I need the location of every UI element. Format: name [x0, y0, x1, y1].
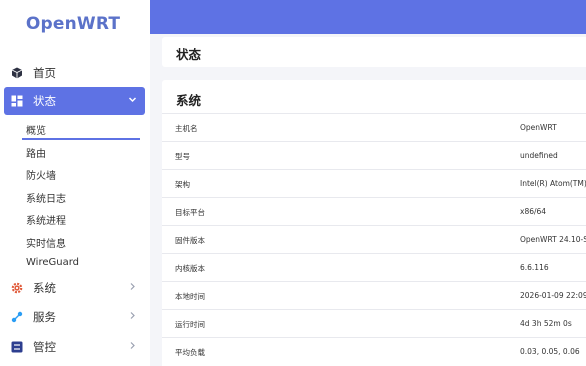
sidebar-subitem-processes[interactable]: 系统进程 [26, 212, 66, 227]
row-value: 6.6.116 [520, 263, 549, 272]
top-bar [150, 0, 586, 34]
row-value: OpenWRT 24.10-SN [520, 235, 586, 244]
row-value: 4d 3h 52m 0s [520, 319, 572, 328]
sidebar-subitem-routes[interactable]: 路由 [26, 145, 46, 160]
system-info-card: 系统 主机名 OpenWRT 型号 undefined 架构 Intel(R) … [162, 80, 586, 366]
row-key: 平均负载 [175, 348, 205, 357]
sliders-icon [9, 339, 25, 355]
chevron-down-icon [128, 95, 137, 107]
sidebar-item-label: 系统 [33, 281, 56, 295]
section-title: 系统 [176, 93, 202, 108]
active-subitem-underline [22, 138, 140, 140]
sidebar: OpenWRT 首页 状态 概览 路由 防火墙 系统日志 系统进程 实时信息 W… [0, 0, 150, 366]
network-icon [9, 309, 25, 325]
row-key: 运行时间 [175, 320, 205, 329]
sidebar-item-home[interactable]: 首页 [4, 59, 145, 87]
sidebar-item-services[interactable]: 服务 [4, 303, 145, 331]
table-row: 架构 Intel(R) Atom(TM) C [162, 169, 586, 197]
row-value: 2026-01-09 22:09:2 [520, 291, 586, 300]
logo[interactable]: OpenWRT [0, 14, 146, 34]
chevron-right-icon [128, 282, 137, 294]
table-row: 平均负载 0.03, 0.05, 0.06 [162, 337, 586, 365]
row-key: 内核版本 [175, 264, 205, 273]
row-key: 型号 [175, 152, 190, 161]
sidebar-subitem-overview[interactable]: 概览 [26, 122, 46, 137]
row-key: 架构 [175, 180, 190, 189]
sidebar-item-label: 管控 [33, 340, 56, 354]
row-key: 固件版本 [175, 236, 205, 245]
table-row: 固件版本 OpenWRT 24.10-SN [162, 225, 586, 253]
table-row: 主机名 OpenWRT [162, 113, 586, 141]
sidebar-item-label: 首页 [33, 66, 56, 80]
row-value: Intel(R) Atom(TM) C [520, 179, 586, 188]
table-row: 本地时间 2026-01-09 22:09:2 [162, 281, 586, 309]
sidebar-item-label: 状态 [33, 94, 56, 108]
row-key: 主机名 [175, 124, 198, 133]
table-row: 运行时间 4d 3h 52m 0s [162, 309, 586, 337]
page-title: 状态 [176, 47, 202, 62]
table-row: 目标平台 x86/64 [162, 197, 586, 225]
gear-icon [9, 280, 25, 296]
table-row: 型号 undefined [162, 141, 586, 169]
sidebar-subitem-firewall[interactable]: 防火墙 [26, 167, 56, 182]
sidebar-subitem-wireguard[interactable]: WireGuard [26, 257, 79, 268]
row-key: 本地时间 [175, 292, 205, 301]
table-row: 内核版本 6.6.116 [162, 253, 586, 281]
row-value: 0.03, 0.05, 0.06 [520, 347, 580, 356]
sidebar-item-system[interactable]: 系统 [4, 274, 145, 302]
page-title-panel: 状态 [162, 37, 586, 67]
sidebar-item-label: 服务 [33, 310, 56, 324]
sidebar-subitem-realtime[interactable]: 实时信息 [26, 235, 66, 250]
row-value: x86/64 [520, 207, 547, 216]
sidebar-item-status[interactable]: 状态 [4, 87, 145, 115]
row-value: OpenWRT [520, 123, 557, 132]
home-icon [9, 65, 25, 81]
chevron-right-icon [128, 311, 137, 323]
chevron-right-icon [128, 341, 137, 353]
sidebar-item-control[interactable]: 管控 [4, 333, 145, 361]
row-value: undefined [520, 151, 558, 160]
dashboard-icon [9, 93, 25, 109]
sidebar-subitem-syslog[interactable]: 系统日志 [26, 190, 66, 205]
row-key: 目标平台 [175, 208, 205, 217]
